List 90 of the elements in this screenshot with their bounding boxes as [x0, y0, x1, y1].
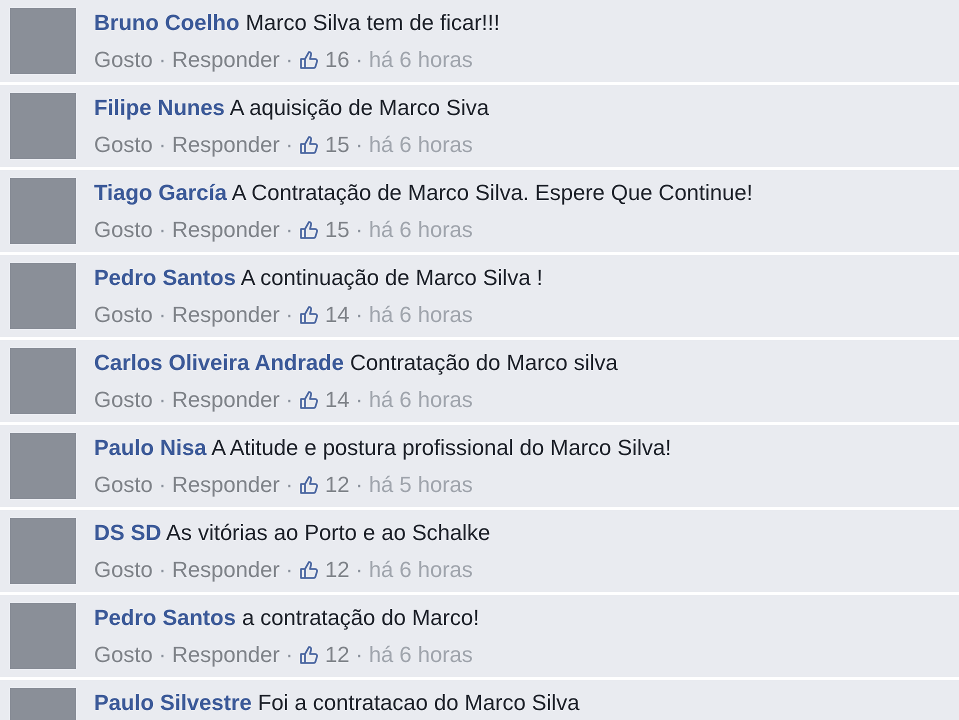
separator-dot: ·	[286, 47, 293, 73]
timestamp[interactable]: há 6 horas	[368, 217, 473, 243]
like-count: 16	[325, 47, 350, 73]
timestamp[interactable]: há 6 horas	[368, 642, 473, 668]
avatar-photo[interactable]	[10, 518, 76, 584]
separator-dot: ·	[355, 132, 363, 158]
comment-text: A continuação de Marco Silva !	[240, 265, 543, 290]
avatar-photo[interactable]	[10, 178, 76, 244]
like-count: 14	[325, 387, 350, 413]
author-name[interactable]: Bruno Coelho	[94, 10, 240, 35]
separator-dot: ·	[158, 132, 166, 158]
separator-dot: ·	[158, 642, 166, 668]
timestamp[interactable]: há 6 horas	[368, 387, 473, 413]
thumbs-up-icon	[299, 305, 319, 325]
like-count: 12	[325, 642, 350, 668]
avatar-photo[interactable]	[10, 8, 76, 74]
comment-text: A aquisição de Marco Siva	[230, 95, 489, 120]
author-name[interactable]: Filipe Nunes	[94, 95, 225, 120]
author-name[interactable]: Pedro Santos	[94, 605, 236, 630]
thumbs-up-icon	[299, 135, 319, 155]
avatar-photo[interactable]	[10, 603, 76, 669]
reply-link[interactable]: Responder	[172, 642, 280, 668]
thumbs-up-icon	[299, 390, 319, 410]
like-link[interactable]: Gosto	[94, 132, 153, 158]
separator-dot: ·	[158, 387, 166, 413]
author-name[interactable]: DS SD	[94, 520, 162, 545]
reply-link[interactable]: Responder	[172, 557, 280, 583]
like-link[interactable]: Gosto	[94, 47, 153, 73]
avatar-photo[interactable]	[10, 93, 76, 159]
separator-dot: ·	[355, 302, 363, 328]
like-link[interactable]: Gosto	[94, 387, 153, 413]
separator-dot: ·	[286, 472, 293, 498]
reply-link[interactable]: Responder	[172, 47, 280, 73]
author-name[interactable]: Paulo Nisa	[94, 435, 206, 460]
separator-dot: ·	[355, 557, 363, 583]
separator-dot: ·	[355, 387, 363, 413]
avatar-photo[interactable]	[10, 348, 76, 414]
like-count: 12	[325, 472, 350, 498]
avatar-photo[interactable]	[10, 433, 76, 499]
timestamp[interactable]: há 6 horas	[368, 47, 473, 73]
separator-dot: ·	[286, 557, 293, 583]
author-name[interactable]: Carlos Oliveira Andrade	[94, 350, 344, 375]
like-count: 15	[325, 217, 350, 243]
reply-link[interactable]: Responder	[172, 132, 280, 158]
timestamp[interactable]: há 6 horas	[368, 557, 473, 583]
author-name[interactable]: Tiago García	[94, 180, 227, 205]
separator-dot: ·	[286, 302, 293, 328]
separator-dot: ·	[286, 132, 293, 158]
like-link[interactable]: Gosto	[94, 642, 153, 668]
separator-dot: ·	[158, 472, 166, 498]
comment-text: Foi a contratacao do Marco Silva	[258, 690, 580, 715]
timestamp[interactable]: há 6 horas	[368, 132, 473, 158]
reply-link[interactable]: Responder	[172, 217, 280, 243]
separator-dot: ·	[286, 387, 293, 413]
timestamp[interactable]: há 6 horas	[368, 302, 473, 328]
thumbs-up-icon	[299, 50, 319, 70]
like-link[interactable]: Gosto	[94, 217, 153, 243]
author-name[interactable]: Paulo Silvestre	[94, 690, 252, 715]
thumbs-up-icon	[299, 475, 319, 495]
separator-dot: ·	[355, 47, 363, 73]
separator-dot: ·	[355, 642, 363, 668]
thumbs-up-icon	[299, 560, 319, 580]
comment-text: Marco Silva tem de ficar!!!	[246, 10, 500, 35]
like-count: 15	[325, 132, 350, 158]
like-count: 12	[325, 557, 350, 583]
like-link[interactable]: Gosto	[94, 302, 153, 328]
reply-link[interactable]: Responder	[172, 472, 280, 498]
timestamp[interactable]: há 5 horas	[368, 472, 473, 498]
separator-dot: ·	[158, 217, 166, 243]
thumbs-up-icon	[299, 645, 319, 665]
like-link[interactable]: Gosto	[94, 472, 153, 498]
comment-text: A Contratação de Marco Silva. Espere Que Continue!	[232, 180, 753, 205]
thumbs-up-icon	[299, 220, 319, 240]
separator-dot: ·	[286, 217, 293, 243]
separator-dot: ·	[158, 302, 166, 328]
separator-dot: ·	[158, 47, 166, 73]
reply-link[interactable]: Responder	[172, 302, 280, 328]
like-count: 14	[325, 302, 350, 328]
separator-dot: ·	[355, 472, 363, 498]
comment-text: Contratação do Marco silva	[350, 350, 618, 375]
separator-dot: ·	[355, 217, 363, 243]
comment-text: A Atitude e postura profissional do Marco Silva!	[211, 435, 672, 460]
avatar-photo[interactable]	[10, 263, 76, 329]
separator-dot: ·	[158, 557, 166, 583]
reply-link[interactable]: Responder	[172, 387, 280, 413]
like-link[interactable]: Gosto	[94, 557, 153, 583]
author-name[interactable]: Pedro Santos	[94, 265, 236, 290]
separator-dot: ·	[286, 642, 293, 668]
comment-text: a contratação do Marco!	[242, 605, 480, 630]
comment-text: As vitórias ao Porto e ao Schalke	[166, 520, 490, 545]
